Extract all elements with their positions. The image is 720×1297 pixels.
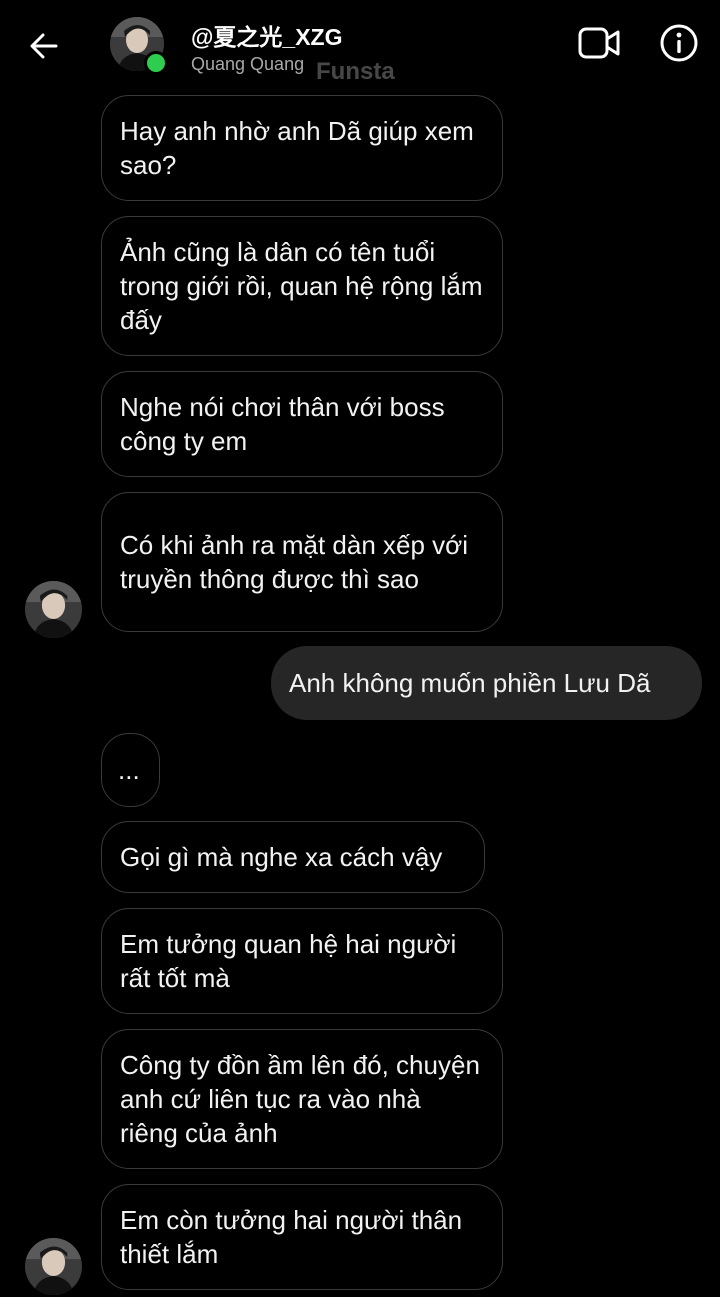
message-bubble[interactable]: Ảnh cũng là dân có tên tuổi trong giới r… bbox=[101, 216, 503, 356]
video-camera-icon bbox=[578, 27, 620, 59]
message-text: Ảnh cũng là dân có tên tuổi trong giới r… bbox=[120, 237, 483, 335]
contact-display-name: Quang Quang bbox=[191, 54, 305, 74]
message-bubble[interactable]: Nghe nói chơi thân với boss công ty em bbox=[101, 371, 503, 477]
sender-avatar[interactable] bbox=[25, 581, 82, 638]
arrow-left-icon bbox=[30, 33, 58, 59]
chat-header: @夏之光_XZG Quang Quang Funsta bbox=[0, 0, 720, 88]
message-text: ... bbox=[118, 755, 140, 785]
back-button[interactable] bbox=[24, 26, 64, 66]
sent-message-bubble[interactable]: Anh không muốn phiền Lưu Dã bbox=[271, 646, 702, 720]
contact-avatar-button[interactable] bbox=[110, 17, 168, 75]
info-button[interactable] bbox=[656, 20, 702, 66]
watermark: Funsta bbox=[316, 58, 395, 85]
message-text: Nghe nói chơi thân với boss công ty em bbox=[120, 392, 445, 456]
message-bubble[interactable]: ... bbox=[101, 733, 160, 807]
message-bubble[interactable]: Công ty đồn ầm lên đó, chuyện anh cứ liê… bbox=[101, 1029, 503, 1169]
message-bubble[interactable]: Hay anh nhờ anh Dã giúp xem sao? bbox=[101, 95, 503, 201]
message-bubble[interactable]: Gọi gì mà nghe xa cách vậy bbox=[101, 821, 485, 893]
contact-username[interactable]: @夏之光_XZG bbox=[191, 18, 343, 52]
message-text: Có khi ảnh ra mặt dàn xếp với truyền thô… bbox=[120, 530, 469, 594]
message-text: Hay anh nhờ anh Dã giúp xem sao? bbox=[120, 116, 474, 180]
message-text: Em còn tưởng hai người thân thiết lắm bbox=[120, 1205, 463, 1269]
video-call-button[interactable] bbox=[575, 22, 623, 64]
message-text: Anh không muốn phiền Lưu Dã bbox=[289, 668, 651, 698]
message-text: Công ty đồn ầm lên đó, chuyện anh cứ liê… bbox=[120, 1050, 480, 1148]
message-bubble[interactable]: Em tưởng quan hệ hai người rất tốt mà bbox=[101, 908, 503, 1014]
message-bubble[interactable]: Em còn tưởng hai người thân thiết lắm bbox=[101, 1184, 503, 1290]
online-status-dot bbox=[144, 51, 168, 75]
message-bubble[interactable]: Có khi ảnh ra mặt dàn xếp với truyền thô… bbox=[101, 492, 503, 632]
info-icon bbox=[660, 24, 698, 62]
message-text: Em tưởng quan hệ hai người rất tốt mà bbox=[120, 929, 457, 993]
message-text: Gọi gì mà nghe xa cách vậy bbox=[120, 842, 443, 872]
sender-avatar[interactable] bbox=[25, 1238, 82, 1295]
